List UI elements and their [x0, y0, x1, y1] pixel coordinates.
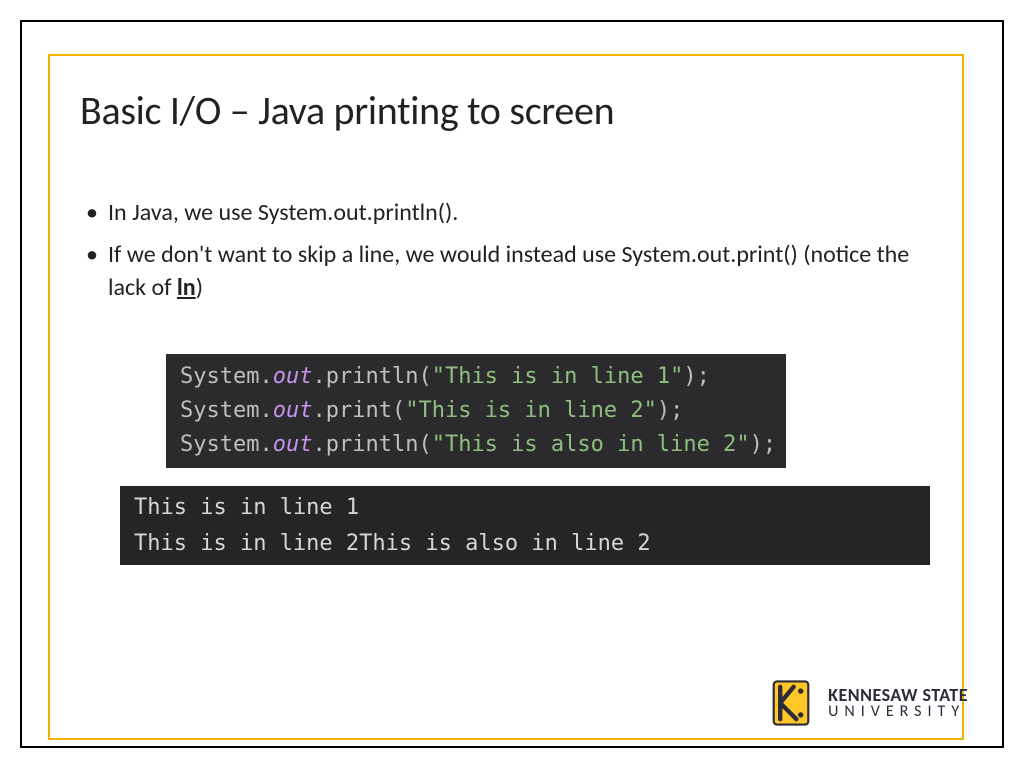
bullet-item: If we don't want to skip a line, we woul…	[86, 239, 944, 304]
bullet-text-emph: ln	[177, 273, 196, 302]
code-line: System.out.println("This is also in line…	[180, 432, 776, 457]
bullet-text-suffix: )	[196, 273, 203, 302]
bullet-text: In Java, we use System.out.println().	[108, 198, 458, 227]
code-line: System.out.print("This is in line 2");	[180, 398, 683, 423]
ksu-logo-icon	[764, 676, 818, 730]
slide-title: Basic I/O – Java printing to screen	[80, 86, 944, 135]
code-line: System.out.println("This is in line 1");	[180, 364, 710, 389]
bullet-item: In Java, we use System.out.println().	[86, 197, 944, 229]
slide-content: Basic I/O – Java printing to screen In J…	[80, 86, 944, 565]
bullet-list: In Java, we use System.out.println(). If…	[86, 197, 944, 304]
university-logo: KENNESAW STATE UNIVERSITY	[764, 676, 968, 730]
output-block: This is in line 1 This is in line 2This …	[120, 486, 930, 564]
bullet-text-prefix: If we don't want to skip a line, we woul…	[108, 240, 909, 301]
logo-text: KENNESAW STATE UNIVERSITY	[828, 686, 968, 720]
logo-line2: UNIVERSITY	[828, 704, 968, 720]
code-block: System.out.println("This is in line 1");…	[166, 354, 786, 468]
